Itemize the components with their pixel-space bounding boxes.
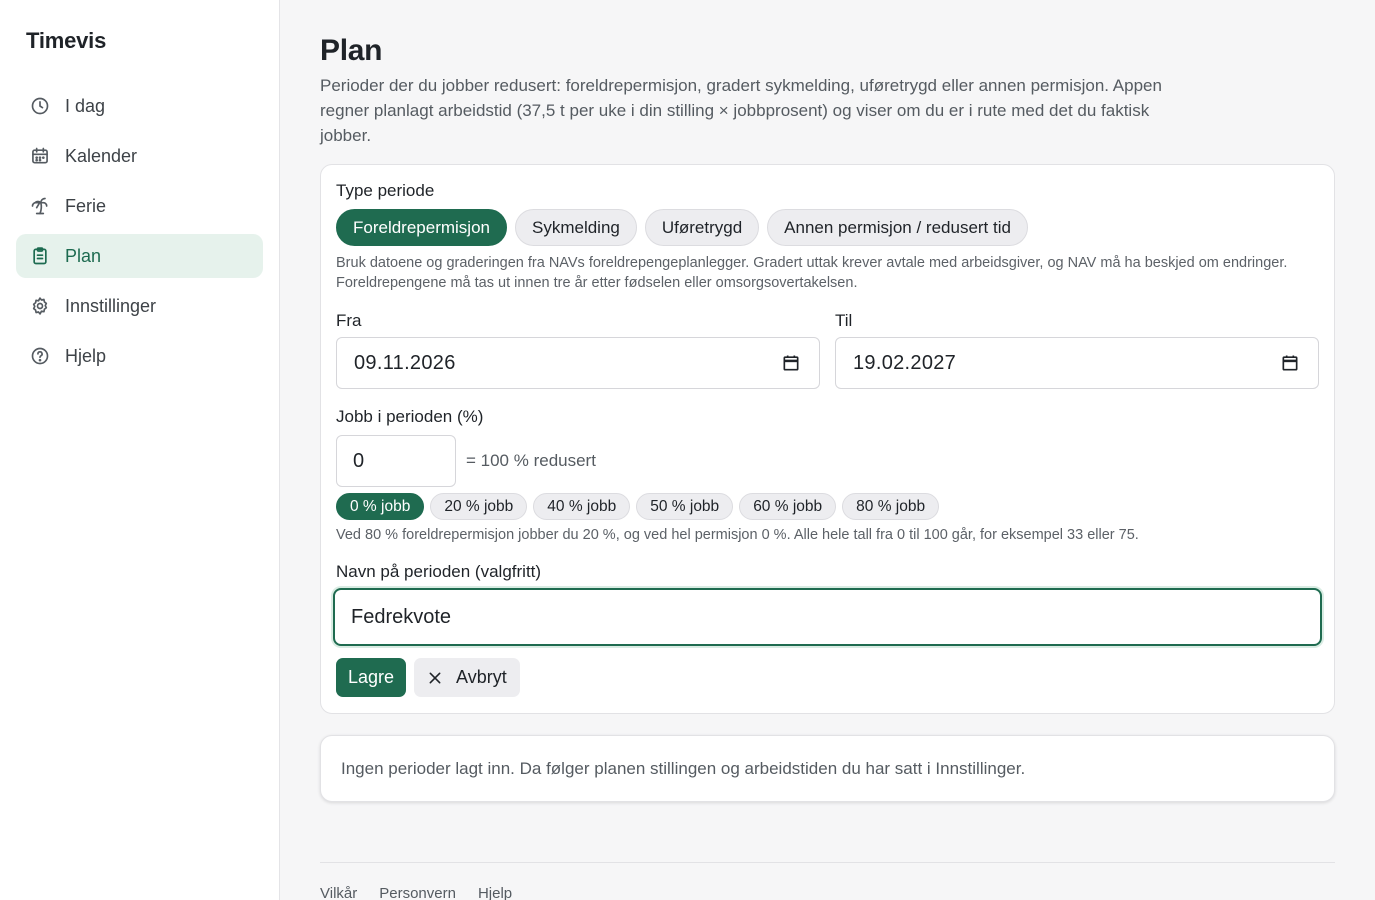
sidebar-item-label: Plan xyxy=(65,246,102,266)
name-label: Navn på perioden (valgfritt) xyxy=(336,562,542,581)
page-title: Plan xyxy=(320,34,383,67)
sidebar-item-label: Ferie xyxy=(65,196,107,216)
calendar-picker-icon[interactable] xyxy=(1280,353,1300,373)
pct-preset-0[interactable]: 0 % jobb xyxy=(336,493,425,520)
footer-divider xyxy=(320,862,1335,863)
clock-icon xyxy=(31,97,49,115)
to-date-input[interactable]: 19.02.2027 xyxy=(835,337,1319,389)
help-circle-icon xyxy=(31,347,49,365)
pct-help-text: Ved 80 % foreldrepermisjon jobber du 20 … xyxy=(336,527,1139,543)
pct-preset-20[interactable]: 20 % jobb xyxy=(430,493,528,520)
date-row: Fra 09.11.2026 Til 19.02.2027 xyxy=(336,311,1319,389)
period-form: Type periode Foreldrepermisjon Sykmeldin… xyxy=(320,164,1335,714)
sidebar-item-i-dag[interactable]: I dag xyxy=(16,84,263,128)
sidebar-item-plan[interactable]: Plan xyxy=(16,234,263,278)
calendar-icon xyxy=(32,147,48,164)
gear-icon xyxy=(32,297,48,315)
to-date-value: 19.02.2027 xyxy=(853,351,957,374)
footer-link-hjelp[interactable]: Hjelp xyxy=(478,885,512,900)
clipboard-icon xyxy=(33,247,47,265)
calendar-picker-icon[interactable] xyxy=(781,353,801,373)
type-selector: Foreldrepermisjon Sykmelding Uføretrygd … xyxy=(336,209,1319,246)
pct-preset-60[interactable]: 60 % jobb xyxy=(739,493,837,520)
app-brand: Timevis xyxy=(26,28,107,53)
type-chip-sykmelding[interactable]: Sykmelding xyxy=(515,209,637,246)
period-name-input[interactable]: Fedrekvote xyxy=(333,588,1322,646)
to-label: Til xyxy=(835,311,853,330)
type-chip-foreldrepermisjon[interactable]: Foreldrepermisjon xyxy=(336,209,507,246)
from-date-value: 09.11.2026 xyxy=(354,351,456,374)
pct-reduction-note: = 100 % redusert xyxy=(466,451,596,470)
sidebar-item-label: I dag xyxy=(65,96,106,116)
pct-row: 0 = 100 % redusert xyxy=(336,435,1319,487)
sidebar-item-kalender[interactable]: Kalender xyxy=(16,134,263,178)
from-label: Fra xyxy=(336,311,362,330)
pct-input[interactable]: 0 xyxy=(336,435,456,487)
footer-link-vilkar[interactable]: Vilkår xyxy=(320,885,357,900)
sidebar-item-ferie[interactable]: Ferie xyxy=(16,184,263,228)
palm-tree-icon xyxy=(31,197,48,215)
sidebar-item-innstillinger[interactable]: Innstillinger xyxy=(16,284,263,328)
footer-link-personvern[interactable]: Personvern xyxy=(379,885,456,900)
cancel-button-label: Avbryt xyxy=(456,667,507,687)
sidebar: Timevis I dag Kalender Ferie Plan Innsti… xyxy=(0,0,280,900)
close-icon xyxy=(429,672,441,683)
save-button[interactable]: Lagre xyxy=(336,658,407,697)
type-chip-annen-permisjon[interactable]: Annen permisjon / redusert tid xyxy=(767,209,1028,246)
pct-label: Jobb i perioden (%) xyxy=(336,407,484,426)
sidebar-item-hjelp[interactable]: Hjelp xyxy=(16,334,263,378)
from-date-input[interactable]: 09.11.2026 xyxy=(336,337,820,389)
pct-preset-80[interactable]: 80 % jobb xyxy=(842,493,940,520)
pct-preset-50[interactable]: 50 % jobb xyxy=(636,493,734,520)
pct-presets: 0 % jobb 20 % jobb 40 % jobb 50 % jobb 6… xyxy=(336,493,1319,520)
footer: Vilkår Personvern Hjelp xyxy=(320,885,1335,900)
sidebar-item-label: Innstillinger xyxy=(65,296,157,316)
cancel-button[interactable]: Avbryt xyxy=(414,658,520,697)
form-actions: Lagre Avbryt xyxy=(336,658,1319,697)
page-intro: Perioder der du jobber redusert: foreldr… xyxy=(320,76,1162,145)
sidebar-item-label: Kalender xyxy=(65,146,138,166)
main-content: Plan Perioder der du jobber redusert: fo… xyxy=(320,0,1335,900)
type-help-text: Bruk datoene og graderingen fra NAVs for… xyxy=(336,255,1288,291)
sidebar-item-label: Hjelp xyxy=(65,346,107,366)
empty-state: Ingen perioder lagt inn. Da følger plane… xyxy=(320,735,1335,802)
type-label: Type periode xyxy=(336,181,435,200)
pct-preset-40[interactable]: 40 % jobb xyxy=(533,493,631,520)
type-chip-uforetrygd[interactable]: Uføretrygd xyxy=(644,209,760,246)
